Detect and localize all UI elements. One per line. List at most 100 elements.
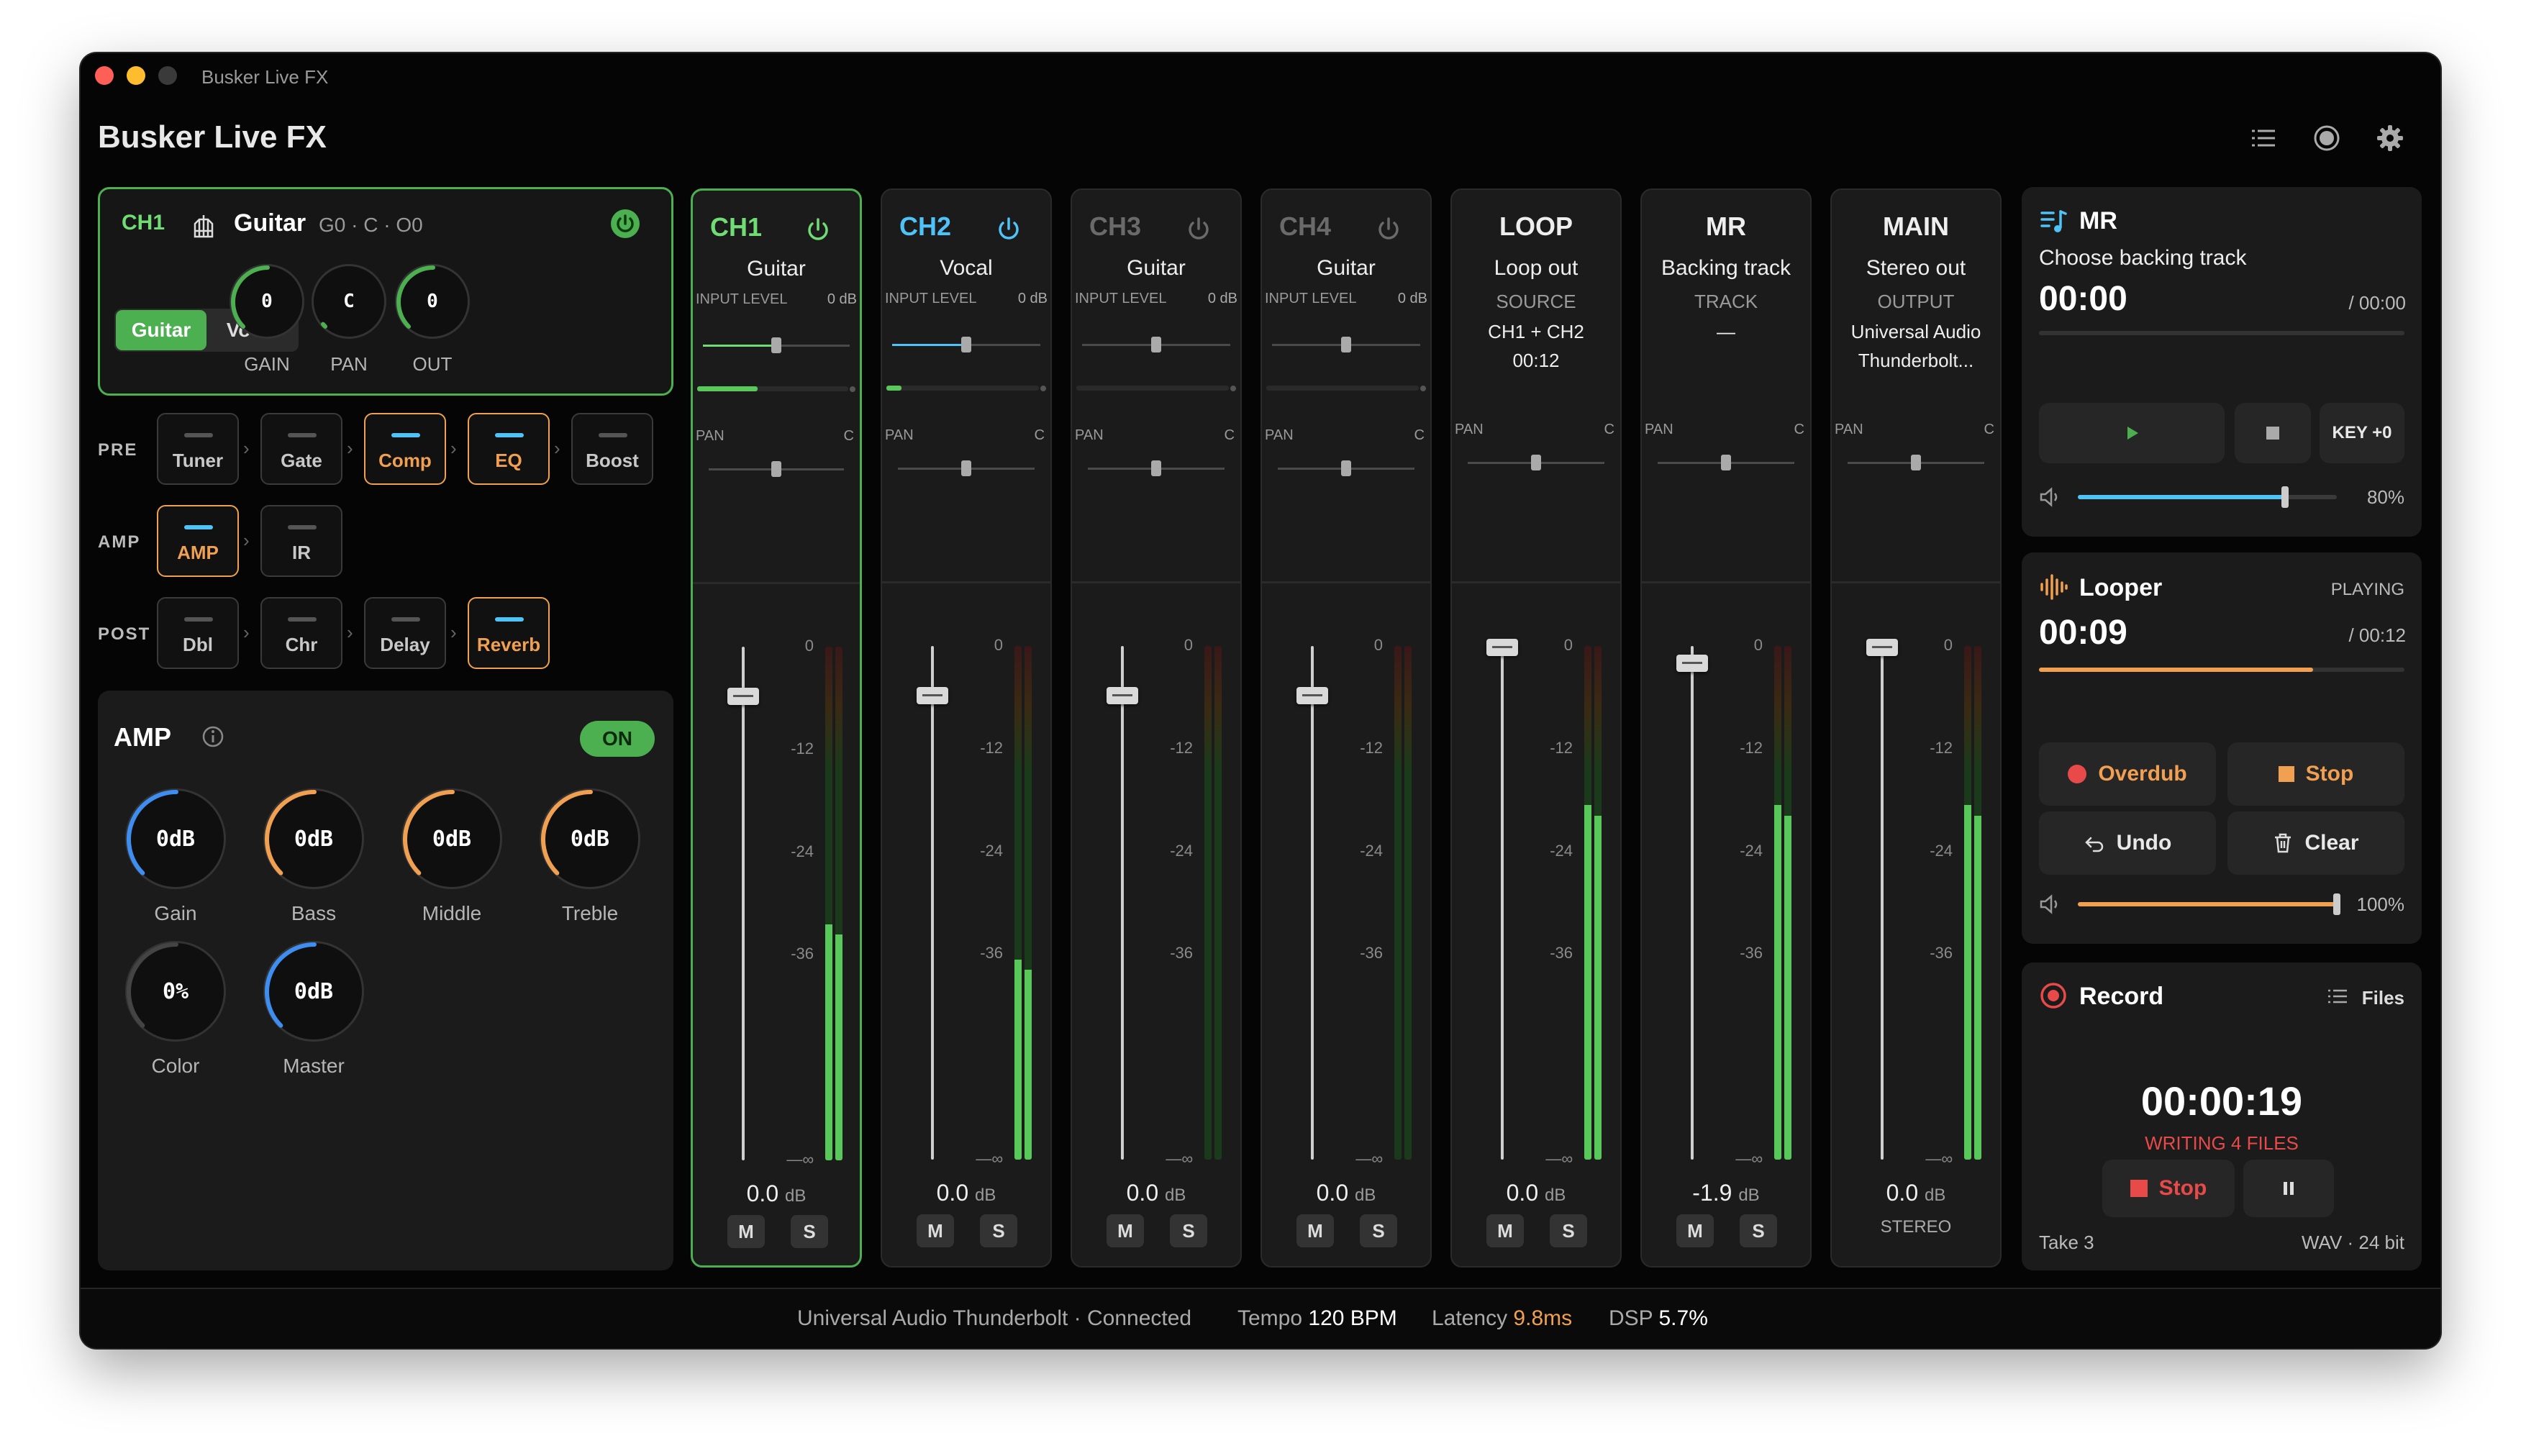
fx-block-chr[interactable]: Chr: [260, 597, 342, 669]
editor-channel-name: Guitar: [234, 209, 306, 237]
slider-thumb[interactable]: [1151, 337, 1161, 352]
fx-block-reverb[interactable]: Reverb: [468, 597, 550, 669]
input-level-slider[interactable]: [892, 337, 1040, 352]
mr-key-button[interactable]: KEY +0: [2320, 403, 2404, 463]
pan-thumb[interactable]: [1151, 460, 1161, 476]
zoom-window-button[interactable]: [158, 66, 177, 85]
fx-block-tuner[interactable]: Tuner: [157, 413, 239, 485]
amp-middle-knob[interactable]: 0dB: [401, 788, 502, 889]
fader-cap[interactable]: [1107, 687, 1138, 705]
solo-button[interactable]: S: [791, 1215, 828, 1248]
mr-track-name[interactable]: Choose backing track: [2039, 246, 2247, 270]
power-icon[interactable]: [1184, 214, 1213, 243]
mute-button[interactable]: M: [1296, 1214, 1334, 1247]
fader-cap[interactable]: [1486, 639, 1518, 656]
pan-thumb[interactable]: [961, 460, 971, 476]
mute-button[interactable]: M: [917, 1214, 954, 1247]
amp-bass-knob[interactable]: 0dB: [263, 788, 364, 889]
slider-thumb[interactable]: [771, 337, 781, 353]
editor-out-knob[interactable]: 0: [395, 264, 470, 339]
pan-slider[interactable]: [1278, 460, 1414, 476]
pan-label: PAN: [885, 427, 914, 443]
fader-cap[interactable]: [1296, 687, 1328, 705]
mute-button[interactable]: M: [1107, 1214, 1144, 1247]
fx-block-ir[interactable]: IR: [260, 505, 342, 577]
pan-thumb[interactable]: [1531, 455, 1541, 470]
mr-progress[interactable]: [2039, 331, 2404, 335]
looper-clear-button[interactable]: Clear: [2227, 811, 2404, 875]
power-icon[interactable]: [609, 208, 641, 240]
record-stop-button[interactable]: Stop: [2102, 1160, 2235, 1217]
scale-label: -12: [791, 739, 814, 757]
pan-slider[interactable]: [1468, 455, 1604, 470]
mr-play-button[interactable]: [2039, 403, 2225, 463]
slider-thumb[interactable]: [961, 337, 971, 352]
editor-channel-label: CH1: [122, 211, 165, 235]
amp-treble-knob[interactable]: 0dB: [540, 788, 640, 889]
meter-fill: [1974, 815, 1981, 1160]
pan-thumb[interactable]: [771, 461, 781, 477]
power-icon[interactable]: [994, 214, 1023, 243]
fx-block-amp[interactable]: AMP: [157, 505, 239, 577]
pan-slider[interactable]: [898, 460, 1035, 476]
list-icon[interactable]: [2248, 122, 2279, 154]
record-pause-button[interactable]: [2243, 1160, 2334, 1217]
pan-thumb[interactable]: [1721, 455, 1731, 470]
power-icon[interactable]: [1374, 214, 1403, 243]
info-icon[interactable]: [201, 725, 224, 748]
mute-button[interactable]: M: [1676, 1214, 1714, 1247]
mute-button[interactable]: M: [1486, 1214, 1524, 1247]
looper-undo-button[interactable]: Undo: [2039, 811, 2216, 875]
input-level-slider[interactable]: [703, 337, 850, 353]
record-files-button[interactable]: Files: [2362, 987, 2404, 1009]
fader-cap[interactable]: [727, 688, 759, 706]
editor-gain-knob[interactable]: 0: [230, 264, 304, 339]
fx-block-eq[interactable]: EQ: [468, 413, 550, 485]
power-icon[interactable]: [804, 215, 832, 244]
solo-button[interactable]: S: [1550, 1214, 1587, 1247]
amp-gain-knob[interactable]: 0dB: [125, 788, 226, 889]
looper-overdub-button[interactable]: Overdub: [2039, 742, 2216, 806]
looper-volume-slider[interactable]: [2078, 893, 2340, 915]
fader-cap[interactable]: [1676, 655, 1708, 673]
looper-stop-button[interactable]: Stop: [2227, 742, 2404, 806]
fader-cap[interactable]: [1866, 639, 1898, 656]
amp-on-toggle[interactable]: ON: [580, 721, 655, 757]
minimize-window-button[interactable]: [127, 66, 145, 85]
preset-guitar-button[interactable]: Guitar: [116, 310, 206, 350]
solo-button[interactable]: S: [980, 1214, 1017, 1247]
mr-stop-button[interactable]: [2235, 403, 2311, 463]
amp-color-knob[interactable]: 0%: [125, 941, 226, 1042]
slider-thumb[interactable]: [1341, 337, 1351, 352]
input-level-slider[interactable]: [1272, 337, 1420, 352]
input-level-slider[interactable]: [1082, 337, 1230, 352]
close-window-button[interactable]: [95, 66, 114, 85]
slider-fill: [703, 345, 776, 347]
fx-block-boost[interactable]: Boost: [571, 413, 653, 485]
pan-thumb[interactable]: [1341, 460, 1351, 476]
gear-icon[interactable]: [2374, 122, 2406, 154]
scale-label: -12: [980, 738, 1003, 757]
divider: [1832, 581, 2000, 583]
fx-block-delay[interactable]: Delay: [364, 597, 446, 669]
pan-thumb[interactable]: [1911, 455, 1921, 470]
pan-slider[interactable]: [1088, 460, 1225, 476]
editor-pan-knob[interactable]: C: [312, 264, 386, 339]
record-circle-icon[interactable]: [2311, 122, 2343, 154]
fx-block-dbl[interactable]: Dbl: [157, 597, 239, 669]
pan-slider[interactable]: [1658, 455, 1794, 470]
mute-button[interactable]: M: [727, 1215, 765, 1248]
solo-button[interactable]: S: [1740, 1214, 1777, 1247]
fx-block-comp[interactable]: Comp: [364, 413, 446, 485]
pan-slider[interactable]: [709, 461, 844, 477]
fx-block-gate[interactable]: Gate: [260, 413, 342, 485]
fader-cap[interactable]: [917, 687, 948, 705]
amp-master-knob[interactable]: 0dB: [263, 941, 364, 1042]
looper-progress[interactable]: [2039, 668, 2404, 672]
db-unit: dB: [1545, 1186, 1566, 1205]
solo-button[interactable]: S: [1360, 1214, 1397, 1247]
pan-value: C: [1984, 422, 1994, 437]
solo-button[interactable]: S: [1170, 1214, 1207, 1247]
mr-volume-slider[interactable]: [2078, 486, 2337, 508]
pan-slider[interactable]: [1848, 455, 1984, 470]
